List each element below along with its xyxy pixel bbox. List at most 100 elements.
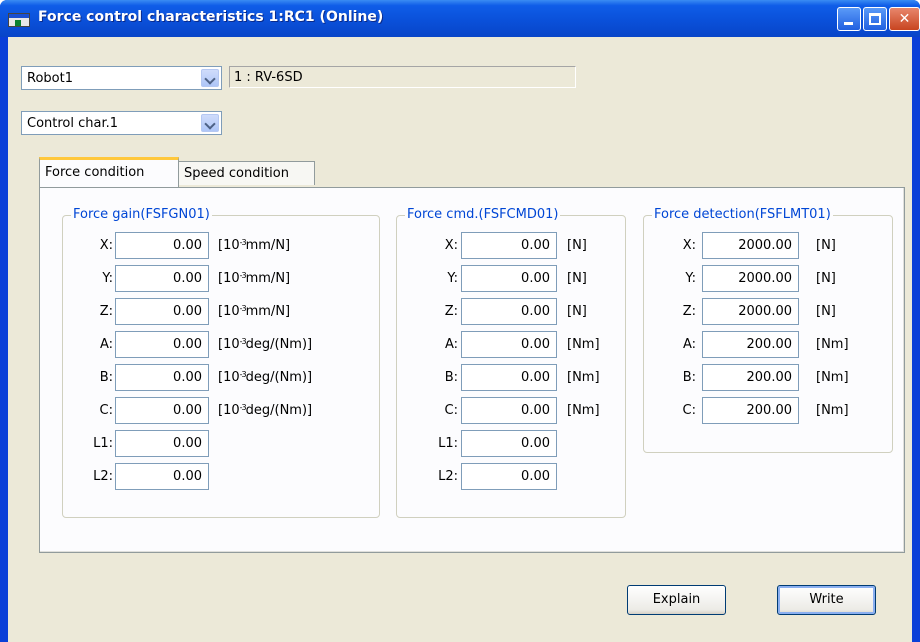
close-icon: ✕ [898, 11, 911, 27]
force-gain-l2-field[interactable]: 0.00 [115, 463, 209, 490]
force-cmd-z-field[interactable]: 0.00 [461, 298, 557, 325]
axis-label: Y: [102, 271, 113, 286]
force-gain-l1-field[interactable]: 0.00 [115, 430, 209, 457]
force-gain-legend: Force gain(FSFGN01) [71, 207, 212, 222]
force-gain-z-field[interactable]: 0.00 [115, 298, 209, 325]
force-gain-row-a: A: 0.00 [10-3deg/(Nm)] [63, 331, 379, 359]
close-button[interactable]: ✕ [889, 7, 920, 31]
force-gain-row-b: B: 0.00 [10-3deg/(Nm)] [63, 364, 379, 392]
unit-label: [Nm] [816, 403, 849, 418]
force-gain-row-c: C: 0.00 [10-3deg/(Nm)] [63, 397, 379, 425]
force-detection-row-y: Y: 2000.00 [N] [644, 265, 892, 293]
write-button-label: Write [809, 592, 844, 607]
dialog-client: Robot1 1 : RV-6SD Control char.1 Force c… [8, 37, 912, 642]
explain-button[interactable]: Explain [627, 585, 726, 615]
force-cmd-row-b: B: 0.00 [Nm] [397, 364, 625, 392]
axis-label: Y: [685, 271, 696, 286]
force-gain-a-field[interactable]: 0.00 [115, 331, 209, 358]
maximize-icon [869, 13, 881, 25]
axis-label: Y: [447, 271, 458, 286]
unit-label: [Nm] [567, 337, 600, 352]
unit-label: [10-3deg/(Nm)] [218, 370, 313, 385]
window-title: Force control characteristics 1:RC1 (Onl… [38, 9, 384, 25]
force-cmd-x-field[interactable]: 0.00 [461, 232, 557, 259]
unit-label: [N] [567, 271, 587, 286]
force-gain-y-field[interactable]: 0.00 [115, 265, 209, 292]
axis-label: B: [682, 370, 696, 385]
force-gain-c-field[interactable]: 0.00 [115, 397, 209, 424]
app-icon [8, 13, 30, 27]
force-gain-row-l2: L2: 0.00 [63, 463, 379, 491]
control-char-select-value: Control char.1 [27, 116, 119, 131]
force-cmd-l2-field[interactable]: 0.00 [461, 463, 557, 490]
force-gain-row-x: X: 0.00 [10-3mm/N] [63, 232, 379, 260]
force-detection-legend: Force detection(FSFLMT01) [652, 207, 833, 222]
force-detection-row-a: A: 200.00 [Nm] [644, 331, 892, 359]
unit-label: [10-3mm/N] [218, 271, 291, 286]
title-bar[interactable]: Force control characteristics 1:RC1 (Onl… [0, 0, 920, 37]
force-detection-row-c: C: 200.00 [Nm] [644, 397, 892, 425]
force-cmd-row-c: C: 0.00 [Nm] [397, 397, 625, 425]
force-cmd-row-y: Y: 0.00 [N] [397, 265, 625, 293]
axis-label: Z: [99, 304, 113, 319]
force-cmd-legend: Force cmd.(FSFCMD01) [405, 207, 561, 222]
force-detection-row-x: X: 2000.00 [N] [644, 232, 892, 260]
app-window: Force control characteristics 1:RC1 (Onl… [0, 0, 920, 642]
unit-label: [10-3deg/(Nm)] [218, 337, 313, 352]
minimize-button[interactable] [837, 7, 861, 31]
dropdown-arrow-icon[interactable] [201, 114, 219, 132]
unit-label: [N] [816, 238, 836, 253]
force-cmd-a-field[interactable]: 0.00 [461, 331, 557, 358]
tab-force-condition[interactable]: Force condition [39, 157, 179, 187]
force-cmd-row-z: Z: 0.00 [N] [397, 298, 625, 326]
force-cmd-row-a: A: 0.00 [Nm] [397, 331, 625, 359]
unit-label: [10-3deg/(Nm)] [218, 403, 313, 418]
unit-label: [Nm] [816, 370, 849, 385]
axis-label: Z: [682, 304, 696, 319]
axis-label: A: [99, 337, 113, 352]
axis-label: L2: [438, 469, 458, 484]
control-char-select[interactable]: Control char.1 [21, 111, 222, 135]
force-detection-y-field[interactable]: 2000.00 [702, 265, 799, 292]
unit-label: [N] [567, 304, 587, 319]
axis-label: A: [444, 337, 458, 352]
force-cmd-group: Force cmd.(FSFCMD01) X: 0.00 [N] Y: 0.00… [396, 207, 626, 518]
unit-label: [N] [567, 238, 587, 253]
dropdown-arrow-icon[interactable] [201, 69, 219, 87]
force-gain-row-y: Y: 0.00 [10-3mm/N] [63, 265, 379, 293]
robot-select[interactable]: Robot1 [21, 66, 222, 90]
unit-label: [N] [816, 271, 836, 286]
force-cmd-y-field[interactable]: 0.00 [461, 265, 557, 292]
unit-label: [10-3mm/N] [218, 238, 291, 253]
axis-label: L2: [93, 469, 113, 484]
maximize-button[interactable] [863, 7, 887, 31]
force-cmd-b-field[interactable]: 0.00 [461, 364, 557, 391]
tab-panel-force-condition: Force gain(FSFGN01) X: 0.00 [10-3mm/N] Y… [39, 187, 905, 553]
force-detection-x-field[interactable]: 2000.00 [702, 232, 799, 259]
force-cmd-l1-field[interactable]: 0.00 [461, 430, 557, 457]
axis-label: Z: [444, 304, 458, 319]
axis-label: C: [682, 403, 696, 418]
unit-label: [N] [816, 304, 836, 319]
force-detection-z-field[interactable]: 2000.00 [702, 298, 799, 325]
force-detection-a-field[interactable]: 200.00 [702, 331, 799, 358]
axis-label: B: [99, 370, 113, 385]
unit-label: [10-3mm/N] [218, 304, 291, 319]
robot-select-value: Robot1 [27, 71, 73, 86]
axis-label: B: [444, 370, 458, 385]
robot-model-display: 1 : RV-6SD [229, 66, 576, 88]
force-cmd-row-l2: L2: 0.00 [397, 463, 625, 491]
force-cmd-c-field[interactable]: 0.00 [461, 397, 557, 424]
axis-label: L1: [93, 436, 113, 451]
axis-label: A: [682, 337, 696, 352]
force-detection-b-field[interactable]: 200.00 [702, 364, 799, 391]
force-detection-group: Force detection(FSFLMT01) X: 2000.00 [N]… [643, 207, 893, 453]
axis-label: C: [99, 403, 113, 418]
force-gain-b-field[interactable]: 0.00 [115, 364, 209, 391]
force-gain-x-field[interactable]: 0.00 [115, 232, 209, 259]
unit-label: [Nm] [816, 337, 849, 352]
write-button[interactable]: Write [777, 585, 876, 615]
tab-speed-condition[interactable]: Speed condition [178, 161, 315, 185]
unit-label: [Nm] [567, 403, 600, 418]
force-detection-c-field[interactable]: 200.00 [702, 397, 799, 424]
